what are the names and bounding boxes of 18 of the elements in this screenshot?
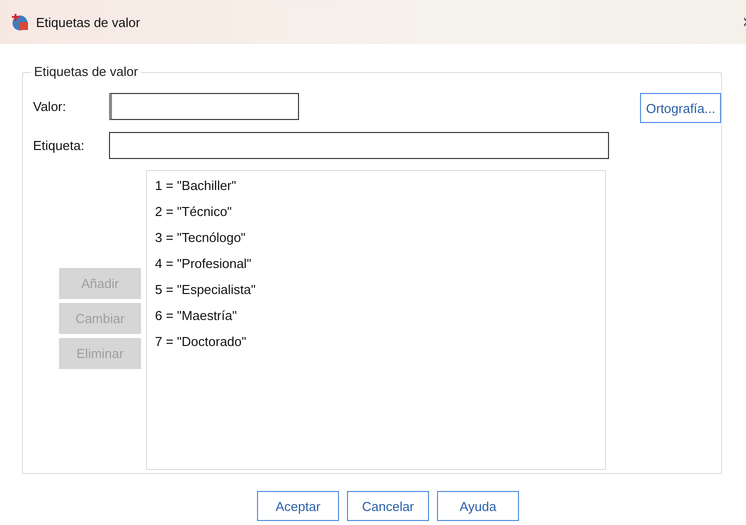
window-title: Etiquetas de valor [36,14,140,30]
group-title: Etiquetas de valor [31,64,142,79]
list-item[interactable]: 6 = "Maestría" [155,306,597,326]
input-field[interactable] [109,132,609,159]
list-item[interactable]: 3 = "Tecnólogo" [155,228,597,248]
list-item[interactable]: 5 = "Especialista" [155,280,597,300]
list-item[interactable]: 4 = "Profesional" [155,254,597,274]
list-item[interactable]: 1 = "Bachiller" [155,176,597,196]
input-field[interactable] [109,93,299,120]
dialog-button[interactable]: Cancelar [347,491,429,521]
field-label: Etiqueta: [33,138,86,153]
list-item[interactable]: 2 = "Técnico" [155,202,597,222]
app-icon [11,13,29,31]
field-label: Valor: [33,99,67,114]
list-item[interactable]: 7 = "Doctorado" [155,332,597,352]
spelling-button[interactable]: Ortografía... [640,93,722,123]
dialog-button[interactable]: Ayuda [437,491,519,521]
dialog-button[interactable]: Aceptar [257,491,339,521]
